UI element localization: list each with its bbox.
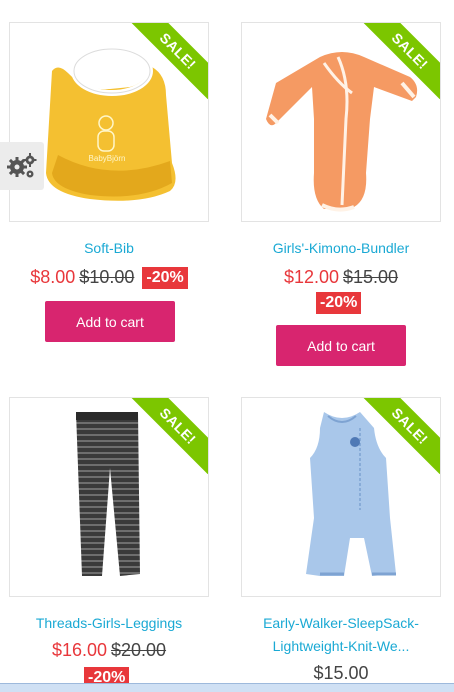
- add-to-cart-button[interactable]: Add to cart: [45, 301, 175, 342]
- add-to-cart-button[interactable]: Add to cart: [276, 325, 406, 366]
- price-row: $8.00 $10.00 -20%: [9, 267, 209, 289]
- product-image-sleepsack[interactable]: SALE!: [241, 397, 441, 597]
- original-price: $15.00: [343, 267, 399, 287]
- product-card: SALE! Threads-Girls-Leggings $16.00 $20.0…: [9, 397, 209, 689]
- product-title-link[interactable]: Early-Walker-SleepSack-: [241, 612, 441, 635]
- bottom-scroll-bar: [0, 683, 454, 692]
- gears-icon: [7, 153, 37, 178]
- product-title-link[interactable]: Girls'-Kimono-Bundler: [241, 237, 441, 260]
- price-row: $15.00: [241, 663, 441, 684]
- discount-badge: -20%: [142, 267, 188, 289]
- sale-badge: SALE!: [361, 398, 440, 475]
- sale-badge: SALE!: [361, 23, 440, 100]
- product-image-soft-bib[interactable]: BabyBjörn SALE!: [9, 22, 209, 222]
- sale-price: $8.00: [30, 267, 76, 287]
- product-card: BabyBjörn SALE! Soft-Bib $8.00 $10.00 -20%…: [9, 22, 209, 342]
- product-title-link[interactable]: Threads-Girls-Leggings: [9, 612, 209, 635]
- svg-text:BabyBjörn: BabyBjörn: [89, 154, 126, 163]
- product-title-link-line2[interactable]: Lightweight-Knit-We...: [241, 635, 441, 658]
- sale-badge: SALE!: [129, 398, 208, 475]
- product-title-link[interactable]: Soft-Bib: [9, 237, 209, 260]
- original-price: $20.00: [111, 640, 167, 660]
- sale-price: $16.00: [51, 640, 107, 660]
- price-row: $12.00 $15.00: [241, 267, 441, 288]
- product-card: SALE! Girls'-Kimono-Bundler $12.00 $15.00…: [241, 22, 441, 366]
- settings-toggle[interactable]: [0, 142, 44, 190]
- product-image-leggings[interactable]: SALE!: [9, 397, 209, 597]
- sale-badge: SALE!: [129, 23, 208, 100]
- price: $15.00: [313, 663, 369, 683]
- product-image-kimono[interactable]: SALE!: [241, 22, 441, 222]
- product-card: SALE! Early-Walker-SleepSack- Lightweigh…: [241, 397, 441, 683]
- discount-badge: -20%: [316, 292, 362, 314]
- sale-price: $12.00: [283, 267, 339, 287]
- price-row: $16.00 $20.00: [9, 640, 209, 661]
- original-price: $10.00: [79, 267, 135, 287]
